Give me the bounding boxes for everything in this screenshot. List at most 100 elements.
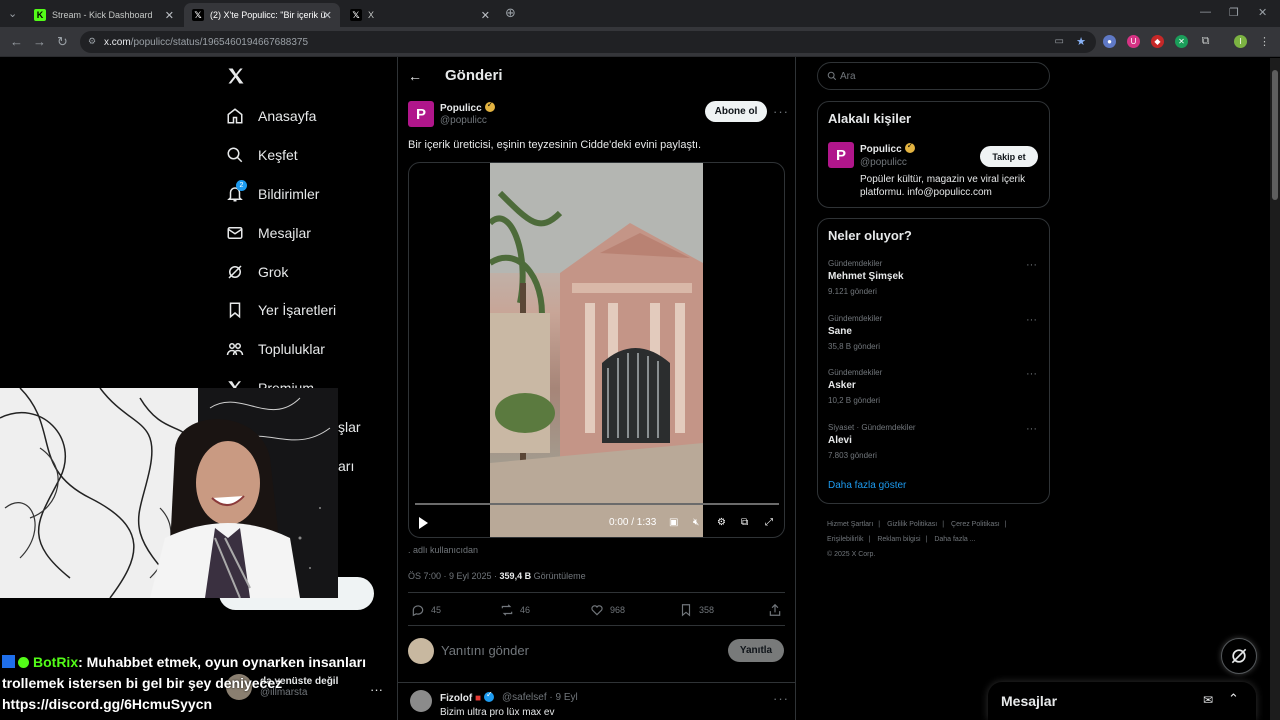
trend-count: 9.121 gönderi (828, 287, 877, 296)
footer-link[interactable]: Gizlilik Politikası (887, 521, 937, 528)
nav-item-bookmarks[interactable]: Yer İşaretleri (226, 298, 336, 322)
author-name[interactable]: Populicc (440, 100, 495, 114)
close-icon[interactable]: ✕ (481, 9, 490, 22)
trend-name[interactable]: Sane (828, 326, 852, 337)
more-icon[interactable]: ··· (1026, 259, 1037, 271)
extension-icon[interactable]: ✕ (1175, 35, 1188, 48)
pip-icon[interactable]: ⧉ (741, 517, 752, 528)
close-icon[interactable]: ✕ (323, 9, 332, 22)
extension-icon[interactable]: U (1127, 35, 1140, 48)
kick-icon: K (34, 9, 46, 21)
new-message-icon[interactable]: ✉ (1203, 693, 1213, 707)
extension-icon[interactable]: ● (1103, 35, 1116, 48)
trend-name[interactable]: Mehmet Şimşek (828, 271, 904, 282)
nav-item-notifications[interactable]: 2 Bildirimler (226, 180, 319, 206)
footer-link[interactable]: Daha fazla ... (934, 536, 975, 543)
footer-link[interactable]: Erişilebilirlik (827, 536, 864, 543)
footer-link[interactable]: Hizmet Şartları (827, 521, 873, 528)
tab-kick-dashboard[interactable]: K Stream - Kick Dashboard ✕ (26, 3, 182, 27)
show-more-link[interactable]: Daha fazla göster (828, 480, 906, 491)
tab-x[interactable]: 𝕏 X ✕ (342, 3, 498, 27)
reply-author-text: Fizolof (440, 693, 473, 704)
more-icon[interactable]: ··· (1026, 314, 1037, 326)
reply-input[interactable]: Yanıtını gönder (441, 643, 529, 658)
reply-count: 45 (431, 605, 442, 615)
bookmark-action[interactable]: 358 (679, 603, 714, 617)
subscribe-button[interactable]: Abone ol (705, 101, 767, 122)
repost-action[interactable]: 46 (500, 603, 530, 617)
bookmark-count: 358 (699, 605, 715, 615)
video-player[interactable]: 0:00 / 1:33 ▣ 🔇︎ ⚙ ⧉ ⤢ (408, 162, 785, 538)
nav-item-communities[interactable]: Topluluklar (226, 337, 325, 361)
nav-item-messages[interactable]: Mesajlar (226, 221, 311, 245)
new-tab-icon[interactable]: ⊕ (505, 5, 516, 21)
trend-count: 7.803 gönderi (828, 451, 877, 460)
extensions-puzzle-icon[interactable]: ⧉ (1199, 35, 1212, 48)
messages-drawer[interactable]: Mesajlar ✉ ⌃ (988, 682, 1256, 720)
nav-item-partial[interactable]: şlar (338, 415, 361, 439)
avatar[interactable]: I (1234, 35, 1247, 48)
back-arrow-icon[interactable]: ← (408, 68, 422, 84)
trend-name[interactable]: Alevi (828, 435, 852, 446)
reply-button[interactable]: Yanıtla (728, 639, 784, 662)
reload-icon[interactable]: ↻ (57, 34, 68, 50)
settings-gear-icon[interactable]: ⚙ (717, 517, 728, 528)
nav-item-explore[interactable]: Keşfet (226, 143, 298, 167)
stream-chat-message: BotRix: Muhabbet etmek, oyun oynarken in… (2, 652, 382, 715)
bot-badge-icon (2, 655, 15, 668)
mute-icon[interactable]: 🔇︎ (693, 517, 704, 528)
minimize-icon[interactable]: — (1200, 6, 1211, 18)
scrollbar[interactable] (1270, 58, 1280, 720)
url-input[interactable]: ⚙ x.com/populicc/status/1965460194667688… (80, 31, 1096, 53)
repost-count: 46 (520, 605, 531, 615)
fullscreen-icon[interactable]: ⤢ (765, 517, 776, 528)
url-host: x.com (104, 36, 131, 48)
nav-item-home[interactable]: Anasayfa (226, 104, 316, 128)
cast-icon[interactable]: ▭ (1055, 36, 1064, 47)
play-icon[interactable] (419, 517, 428, 529)
card-title: Alakalı kişiler (828, 111, 912, 126)
author-handle: @populicc (440, 115, 487, 126)
tab-populicc-post[interactable]: 𝕏 (2) X'te Populicc: "Bir içerik üreti ✕ (184, 3, 340, 27)
nav-label: arı (338, 458, 355, 474)
footer-link[interactable]: Çerez Politikası (951, 521, 1000, 528)
grok-button[interactable] (1221, 638, 1257, 674)
post-text: Bir içerik üreticisi, eşinin teyzesinin … (408, 139, 702, 151)
chevron-up-icon[interactable]: ⌃ (1228, 691, 1239, 707)
bookmark-star-icon[interactable]: ★ (1076, 35, 1086, 48)
footer-link[interactable]: Reklam bilgisi (877, 536, 920, 543)
like-action[interactable]: 968 (590, 603, 625, 617)
footer-separator: | (1004, 521, 1007, 528)
x-logo-icon[interactable] (226, 66, 246, 86)
avatar[interactable]: P (828, 142, 854, 168)
captions-icon[interactable]: ▣ (669, 517, 680, 528)
forward-arrow-icon[interactable]: → (33, 34, 46, 49)
more-icon[interactable]: ··· (1026, 368, 1037, 380)
follow-button[interactable]: Takip et (980, 146, 1038, 167)
site-info-icon[interactable]: ⚙ (88, 36, 96, 47)
search-input[interactable]: Ara (817, 62, 1050, 90)
tab-search-icon[interactable]: ⌄ (8, 7, 17, 20)
related-name[interactable]: Populicc (860, 141, 915, 155)
video-progress-bar[interactable] (415, 503, 779, 505)
extension-icon[interactable]: ◆ (1151, 35, 1164, 48)
like-count: 968 (610, 605, 626, 615)
nav-item-grok[interactable]: Grok (226, 260, 288, 284)
browser-menu-icon[interactable]: ⋮ (1258, 35, 1271, 48)
scrollbar-thumb[interactable] (1272, 70, 1278, 200)
more-icon[interactable]: ··· (773, 104, 789, 119)
close-icon[interactable]: ✕ (165, 9, 174, 22)
nav-item-partial[interactable]: arı (338, 454, 354, 478)
trend-name[interactable]: Asker (828, 380, 856, 391)
footer-separator: | (868, 536, 871, 543)
more-icon[interactable]: ··· (773, 691, 789, 706)
share-action[interactable] (768, 603, 788, 617)
back-arrow-icon[interactable]: ← (10, 34, 23, 49)
window-close-icon[interactable]: ✕ (1258, 6, 1267, 19)
reply-author-name[interactable]: Fizolof ■ (440, 690, 495, 704)
more-icon[interactable]: ··· (1026, 423, 1037, 435)
reply-action[interactable]: 45 (411, 603, 441, 617)
restore-icon[interactable]: ❐ (1229, 6, 1239, 19)
avatar[interactable] (410, 690, 432, 712)
avatar[interactable]: P (408, 101, 434, 127)
